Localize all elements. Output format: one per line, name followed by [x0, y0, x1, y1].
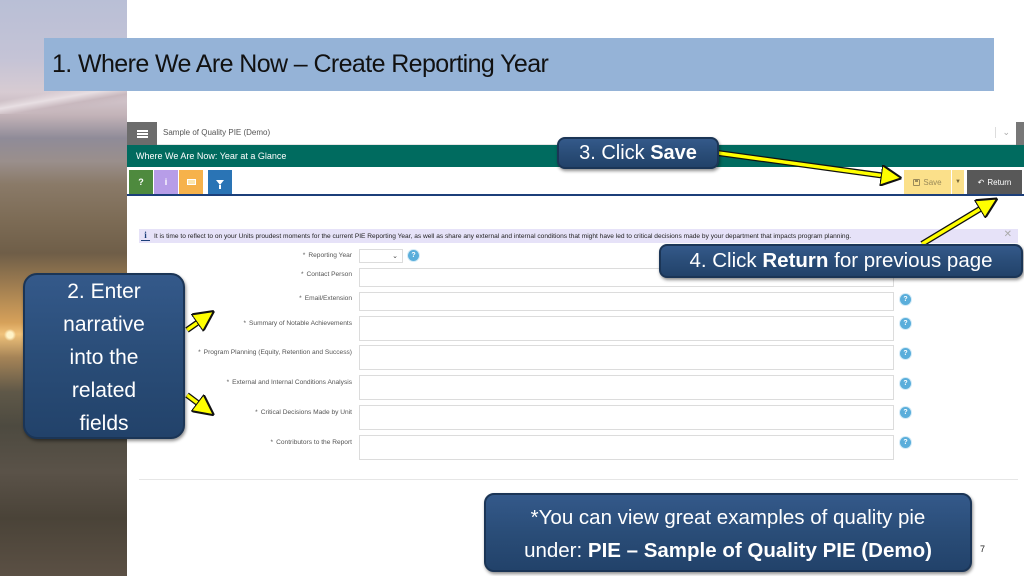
callout-click-save: 3. Click Save — [557, 137, 719, 169]
help-icon[interactable]: ? — [900, 318, 911, 329]
field-label: * Summary of Notable Achievements — [243, 320, 352, 327]
menu-button[interactable] — [127, 122, 157, 145]
chevron-down-icon[interactable]: ⌄ — [995, 127, 1010, 138]
help-icon[interactable]: ? — [900, 378, 911, 389]
contributors-input[interactable] — [359, 435, 894, 460]
return-label: Return — [987, 177, 1012, 187]
callout-view-examples: *You can view great examples of quality … — [484, 493, 972, 572]
program-planning-input[interactable] — [359, 345, 894, 370]
app-name: Sample of Quality PIE (Demo) — [163, 128, 271, 137]
help-icon: ? — [138, 177, 144, 187]
slide-title: 1. Where We Are Now – Create Reporting Y… — [52, 50, 549, 78]
info-icon: i — [164, 177, 168, 187]
filter-icon — [216, 179, 224, 189]
email-extension-input[interactable] — [359, 292, 894, 311]
critical-decisions-input[interactable] — [359, 405, 894, 430]
info-icon: i — [141, 231, 150, 241]
help-icon[interactable]: ? — [900, 407, 911, 418]
toolbar: ? i Save ▼ ↶ Return — [127, 169, 1024, 196]
info-alert: i It is time to reflect to on your Units… — [139, 229, 1018, 243]
help-icon[interactable]: ? — [900, 348, 911, 359]
hamburger-icon — [136, 129, 148, 138]
return-button[interactable]: ↶ Return — [967, 170, 1022, 194]
form-divider — [139, 479, 1018, 480]
save-button[interactable]: Save — [904, 170, 951, 194]
field-label: * Email/Extension — [299, 295, 352, 302]
app-screenshot: Sample of Quality PIE (Demo) ⌄ Where We … — [127, 122, 1024, 482]
callout-click-return: 4. Click Return for previous page — [659, 244, 1023, 278]
chevron-down-icon: ⌄ — [392, 253, 398, 260]
caret-down-icon: ▼ — [955, 179, 961, 185]
info-button[interactable]: i — [154, 170, 178, 194]
external-internal-conditions-input[interactable] — [359, 375, 894, 400]
field-label: * Critical Decisions Made by Unit — [255, 409, 352, 416]
scrollbar[interactable] — [1016, 122, 1024, 145]
help-button[interactable]: ? — [129, 170, 153, 194]
help-icon[interactable]: ? — [900, 437, 911, 448]
field-label: * Contributors to the Report — [270, 439, 352, 446]
filter-button[interactable] — [208, 170, 232, 194]
save-dropdown-toggle[interactable]: ▼ — [952, 170, 964, 194]
info-message: It is time to reflect to on your Units p… — [154, 232, 852, 240]
message-button[interactable] — [179, 170, 203, 194]
reporting-year-select[interactable]: ⌄ — [359, 249, 403, 263]
page-heading: Where We Are Now: Year at a Glance — [136, 151, 287, 161]
page-number: 7 — [980, 544, 986, 554]
field-label: * External and Internal Conditions Analys… — [226, 379, 352, 386]
close-icon[interactable]: ✕ — [1004, 229, 1012, 240]
help-icon[interactable]: ? — [408, 250, 419, 261]
field-label: * Contact Person — [300, 271, 352, 278]
save-label: Save — [923, 177, 942, 187]
slide-title-bar: 1. Where We Are Now – Create Reporting Y… — [44, 38, 994, 91]
field-label: * Reporting Year — [302, 252, 352, 259]
save-disk-icon — [913, 178, 921, 186]
return-arrow-icon: ↶ — [977, 177, 985, 187]
callout-enter-narrative: 2. Enter narrative into the related fiel… — [23, 273, 185, 439]
field-label: * Program Planning (Equity, Retention and… — [198, 349, 352, 356]
help-icon[interactable]: ? — [900, 294, 911, 305]
summary-achievements-input[interactable] — [359, 316, 894, 341]
envelope-icon — [186, 179, 196, 185]
